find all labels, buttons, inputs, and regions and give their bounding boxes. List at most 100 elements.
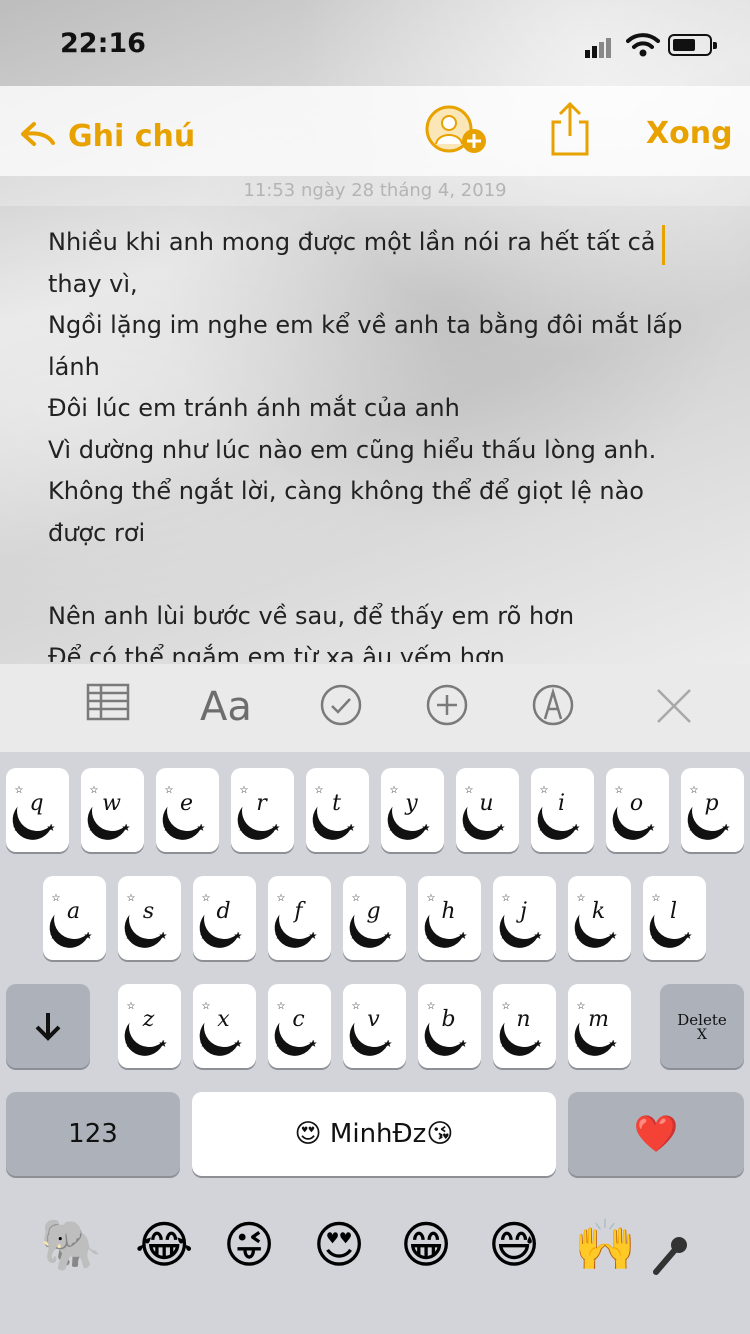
back-button[interactable]: Ghi chú bbox=[20, 116, 195, 156]
moon-star-icon: n ☆ ★ ★ bbox=[500, 1001, 550, 1051]
emoji-elephant[interactable]: 🐘 bbox=[40, 1216, 102, 1275]
key-z[interactable]: z ☆ ★ ★ bbox=[118, 984, 181, 1068]
star-icon: ★ bbox=[199, 931, 209, 942]
add-person-button[interactable] bbox=[424, 104, 492, 164]
star-icon: ★ bbox=[646, 823, 656, 834]
key-p[interactable]: p ☆ ★ ★ bbox=[681, 768, 744, 852]
emoji-winking-tongue[interactable]: 😜 bbox=[223, 1216, 275, 1274]
key-k[interactable]: k ☆ ★ ★ bbox=[568, 876, 631, 960]
table-button[interactable] bbox=[86, 682, 130, 726]
key-e[interactable]: e ☆ ★ ★ bbox=[156, 768, 219, 852]
note-line bbox=[48, 554, 698, 596]
numbers-key[interactable]: 123 bbox=[6, 1092, 180, 1176]
star-icon: ☆ bbox=[276, 893, 286, 904]
star-icon: ★ bbox=[271, 823, 281, 834]
format-toolbar: Aa bbox=[0, 664, 750, 753]
close-icon bbox=[657, 689, 691, 723]
close-toolbar-button[interactable] bbox=[654, 686, 694, 730]
moon-star-icon: y ☆ ★ ★ bbox=[388, 785, 438, 835]
key-o[interactable]: o ☆ ★ ★ bbox=[606, 768, 669, 852]
share-icon bbox=[551, 101, 589, 156]
key-g[interactable]: g ☆ ★ ★ bbox=[343, 876, 406, 960]
key-l[interactable]: l ☆ ★ ★ bbox=[643, 876, 706, 960]
key-b[interactable]: b ☆ ★ ★ bbox=[418, 984, 481, 1068]
key-label: y bbox=[405, 791, 418, 816]
key-j[interactable]: j ☆ ★ ★ bbox=[493, 876, 556, 960]
star-icon: ★ bbox=[649, 931, 659, 942]
key-label: o bbox=[629, 791, 644, 816]
moon-star-icon: s ☆ ★ ★ bbox=[125, 893, 175, 943]
key-d[interactable]: d ☆ ★ ★ bbox=[193, 876, 256, 960]
key-c[interactable]: c ☆ ★ ★ bbox=[268, 984, 331, 1068]
star-icon: ☆ bbox=[351, 893, 361, 904]
key-t[interactable]: t ☆ ★ ★ bbox=[306, 768, 369, 852]
star-icon: ★ bbox=[233, 931, 243, 942]
key-label: x bbox=[217, 1007, 230, 1032]
microphone-button[interactable] bbox=[650, 1234, 690, 1282]
key-m[interactable]: m ☆ ★ ★ bbox=[568, 984, 631, 1068]
key-y[interactable]: y ☆ ★ ★ bbox=[381, 768, 444, 852]
moon-star-icon: w ☆ ★ ★ bbox=[88, 785, 138, 835]
text-cursor bbox=[662, 225, 665, 265]
star-icon: ★ bbox=[46, 823, 56, 834]
key-i[interactable]: i ☆ ★ ★ bbox=[531, 768, 594, 852]
emoji-raising-hands[interactable]: 🙌 bbox=[574, 1216, 636, 1275]
markup-button[interactable] bbox=[530, 682, 576, 732]
moon-star-icon: i ☆ ★ ★ bbox=[538, 785, 588, 835]
key-f[interactable]: f ☆ ★ ★ bbox=[268, 876, 331, 960]
return-key[interactable]: ❤️ bbox=[568, 1092, 744, 1176]
star-icon: ☆ bbox=[576, 893, 586, 904]
emoji-heart-eyes[interactable]: 😍 bbox=[313, 1216, 365, 1274]
key-label: s bbox=[142, 899, 155, 924]
space-key[interactable]: 😍 MinhĐz😘 bbox=[192, 1092, 556, 1176]
key-q[interactable]: q ☆ ★ ★ bbox=[6, 768, 69, 852]
key-label: d bbox=[216, 899, 231, 924]
moon-star-icon: q ☆ ★ ★ bbox=[13, 785, 63, 835]
text-format-button[interactable]: Aa bbox=[200, 684, 252, 730]
moon-star-icon: z ☆ ★ ★ bbox=[125, 1001, 175, 1051]
star-icon: ☆ bbox=[651, 893, 661, 904]
key-h[interactable]: h ☆ ★ ★ bbox=[418, 876, 481, 960]
star-icon: ☆ bbox=[501, 1001, 511, 1012]
key-label: g bbox=[366, 899, 381, 924]
key-label: c bbox=[292, 1007, 305, 1032]
key-x[interactable]: x ☆ ★ ★ bbox=[193, 984, 256, 1068]
star-icon: ★ bbox=[83, 931, 93, 942]
done-button[interactable]: Xong bbox=[646, 116, 733, 151]
key-label: f bbox=[294, 899, 303, 924]
key-n[interactable]: n ☆ ★ ★ bbox=[493, 984, 556, 1068]
star-icon: ★ bbox=[721, 823, 731, 834]
delete-key[interactable]: Delete X bbox=[660, 984, 744, 1068]
moon-star-icon: u ☆ ★ ★ bbox=[463, 785, 513, 835]
star-icon: ★ bbox=[574, 931, 584, 942]
star-icon: ★ bbox=[537, 823, 547, 834]
back-label: Ghi chú bbox=[68, 118, 196, 154]
star-icon: ★ bbox=[574, 1039, 584, 1050]
key-v[interactable]: v ☆ ★ ★ bbox=[343, 984, 406, 1068]
star-icon: ☆ bbox=[126, 1001, 136, 1012]
key-r[interactable]: r ☆ ★ ★ bbox=[231, 768, 294, 852]
star-icon: ★ bbox=[458, 931, 468, 942]
checklist-button[interactable] bbox=[318, 682, 364, 732]
key-s[interactable]: s ☆ ★ ★ bbox=[118, 876, 181, 960]
key-w[interactable]: w ☆ ★ ★ bbox=[81, 768, 144, 852]
star-icon: ★ bbox=[349, 931, 359, 942]
star-icon: ☆ bbox=[501, 893, 511, 904]
star-icon: ★ bbox=[162, 823, 172, 834]
emoji-tears-of-joy[interactable]: 😂 bbox=[135, 1216, 193, 1274]
shift-key[interactable] bbox=[6, 984, 90, 1068]
star-icon: ★ bbox=[124, 1039, 134, 1050]
star-icon: ★ bbox=[158, 1039, 168, 1050]
heart-icon: ❤️ bbox=[633, 1114, 679, 1155]
insert-button[interactable] bbox=[424, 682, 470, 732]
key-u[interactable]: u ☆ ★ ★ bbox=[456, 768, 519, 852]
note-text-editor[interactable]: Nhiều khi anh mong được một lần nói ra h… bbox=[48, 222, 698, 662]
emoji-grinning[interactable]: 😁 bbox=[400, 1216, 452, 1274]
moon-star-icon: v ☆ ★ ★ bbox=[350, 1001, 400, 1051]
moon-star-icon: x ☆ ★ ★ bbox=[200, 1001, 250, 1051]
key-a[interactable]: a ☆ ★ ★ bbox=[43, 876, 106, 960]
star-icon: ★ bbox=[687, 823, 697, 834]
star-icon: ★ bbox=[274, 931, 284, 942]
share-button[interactable] bbox=[548, 100, 592, 162]
emoji-sweat-smile[interactable]: 😅 bbox=[488, 1216, 540, 1274]
